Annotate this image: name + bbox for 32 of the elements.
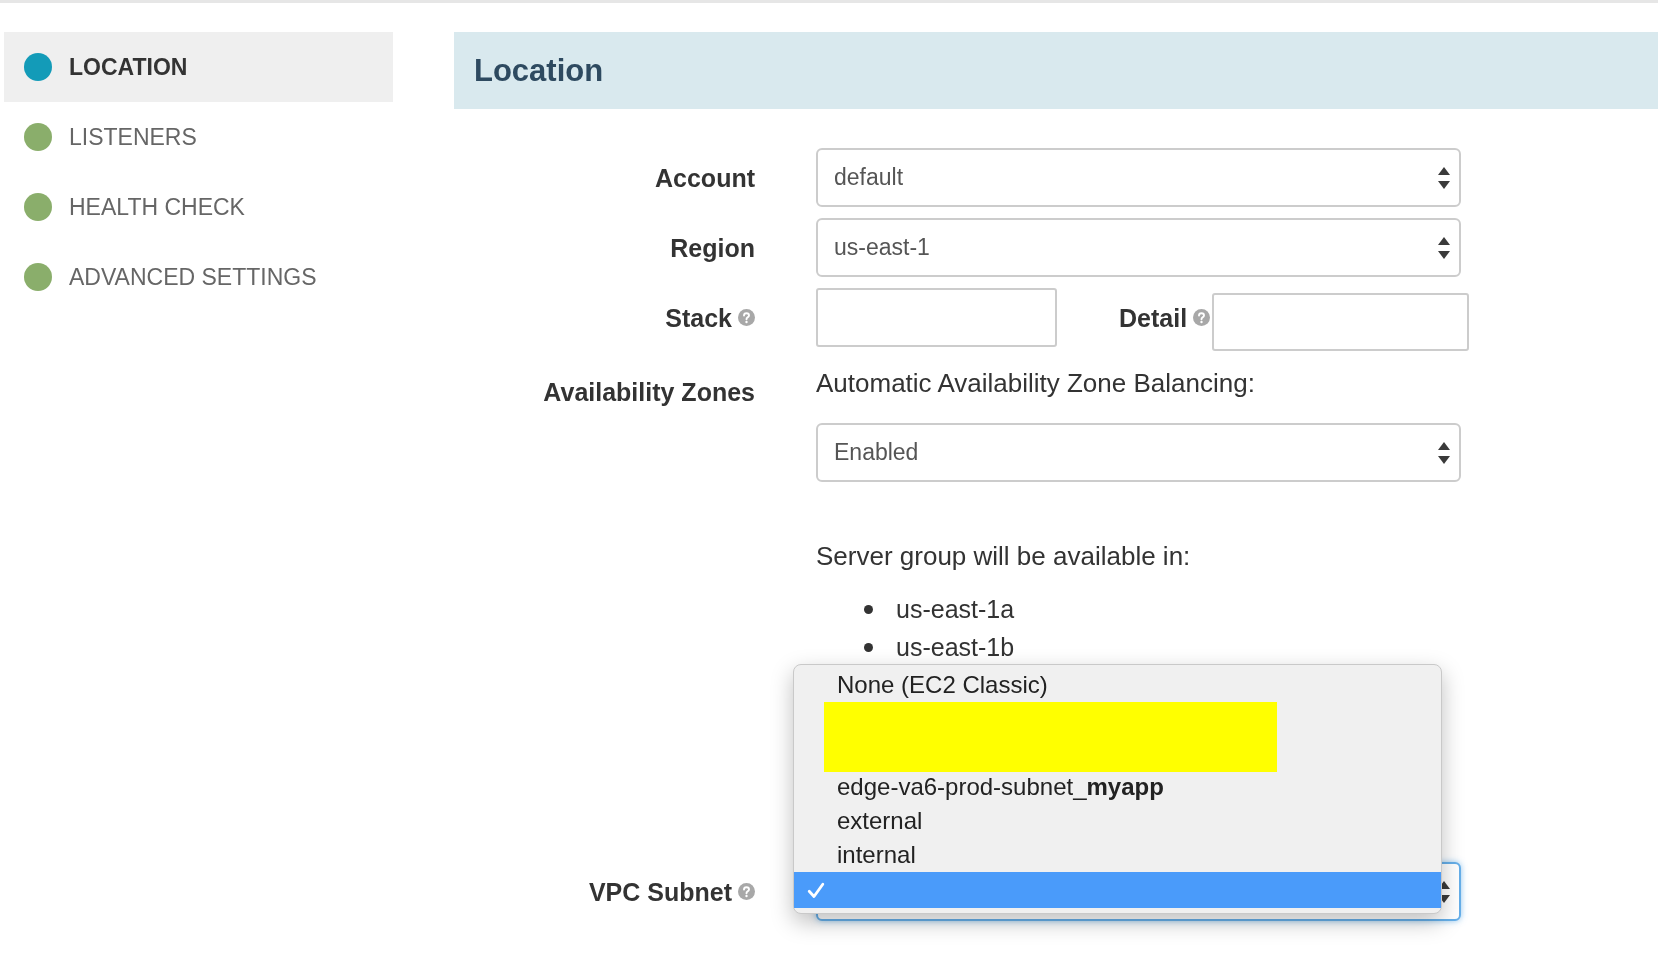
dropdown-option[interactable]: internal [794,838,1441,872]
balancing-select[interactable]: Enabled [816,423,1461,482]
availability-note: Server group will be available in: [816,541,1191,571]
zone-name: us-east-1b [896,632,1015,662]
bullet-icon [864,604,873,614]
region-select[interactable]: us-east-1 [816,218,1461,277]
account-select[interactable]: default [816,148,1461,207]
field-label: Availability Zones [543,377,755,407]
sidebar-item[interactable]: ADVANCED SETTINGS [4,242,393,312]
section-title: Location [474,52,604,89]
detail-input[interactable] [1212,293,1470,351]
stack-input[interactable] [816,288,1057,347]
field-label: Detail [1119,302,1188,333]
dropdown-option[interactable] [794,872,1441,908]
sidebar-item[interactable]: LOCATION [4,32,393,102]
up-down-arrows-icon [1438,441,1450,464]
dropdown-option[interactable]: external [794,804,1441,838]
sidebar-item[interactable]: HEALTH CHECK [4,172,393,242]
field-label: VPC Subnet [588,876,732,907]
field-label: Account [655,162,755,193]
sidebar-item[interactable]: LISTENERS [4,102,393,172]
bullet-icon [864,642,873,652]
zone-name: us-east-1a [896,594,1015,624]
field-label: Region [670,232,755,263]
dropdown-option[interactable]: edge-va6-prod-subnet_myapp [794,770,1441,804]
dropdown-option[interactable]: None (EC2 Classic) [794,668,1441,702]
balancing-label: Automatic Availability Zone Balancing: [816,368,1255,398]
redacted-option[interactable] [824,702,1277,772]
up-down-arrows-icon [1438,236,1450,259]
check-icon [807,881,825,899]
field-label: Stack [665,302,732,333]
up-down-arrows-icon [1438,166,1450,189]
